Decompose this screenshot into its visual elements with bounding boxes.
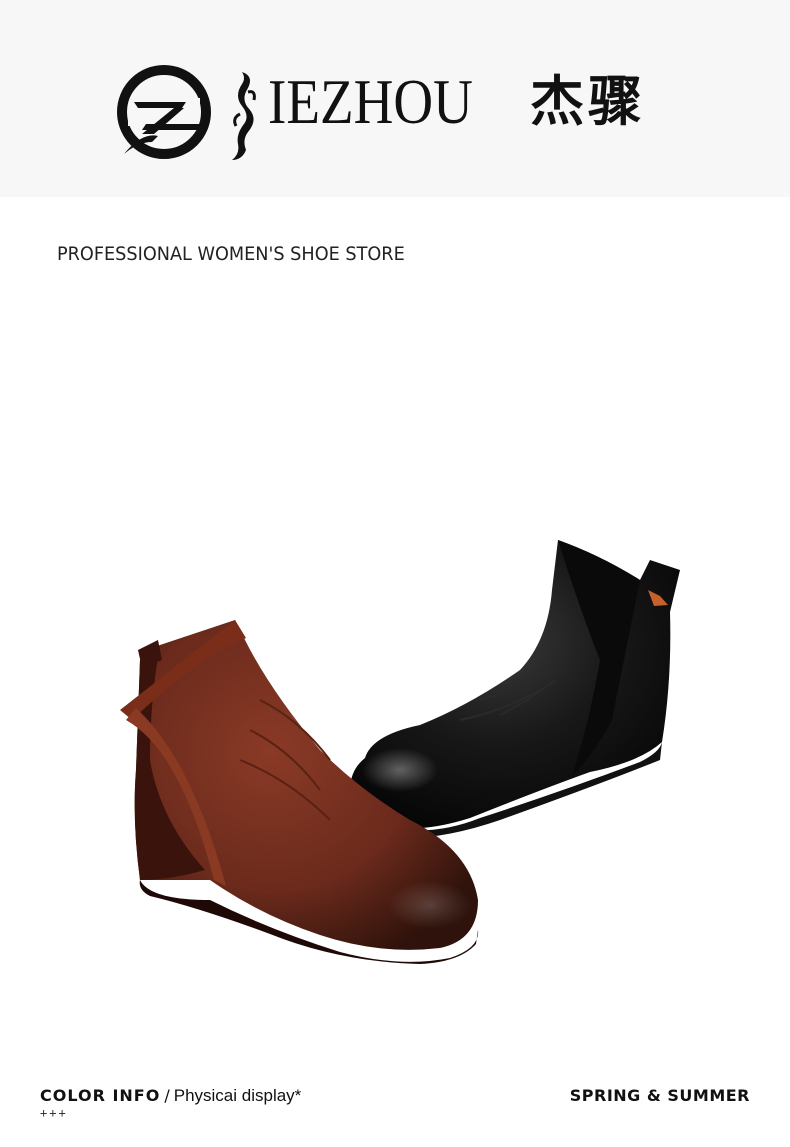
- physical-display-note: Physicai display*: [173, 1086, 302, 1105]
- black-leather-ankle-boot: [350, 540, 680, 838]
- brand-chinese-name: 杰骤: [530, 70, 646, 133]
- product-image: [120, 540, 680, 964]
- jz-logo-icon: [117, 65, 211, 159]
- brand-header: IEZHOU 杰骤: [0, 0, 790, 197]
- j-calligraphy-icon: [232, 72, 256, 160]
- brand-name: IEZHOU: [268, 66, 473, 137]
- product-detail-page: IEZHOU 杰骤 PROFESSIONAL WOMEN'S SHOE STOR…: [0, 0, 790, 1147]
- season-label: SPRING & SUMMER: [569, 1086, 750, 1105]
- color-info-caption: COLOR INFO / Physicai display*: [40, 1086, 301, 1107]
- store-tagline: PROFESSIONAL WOMEN'S SHOE STORE: [57, 243, 405, 265]
- plus-marks: +++: [40, 1106, 68, 1120]
- color-info-label: COLOR INFO: [40, 1086, 161, 1105]
- caption-separator: /: [164, 1086, 170, 1105]
